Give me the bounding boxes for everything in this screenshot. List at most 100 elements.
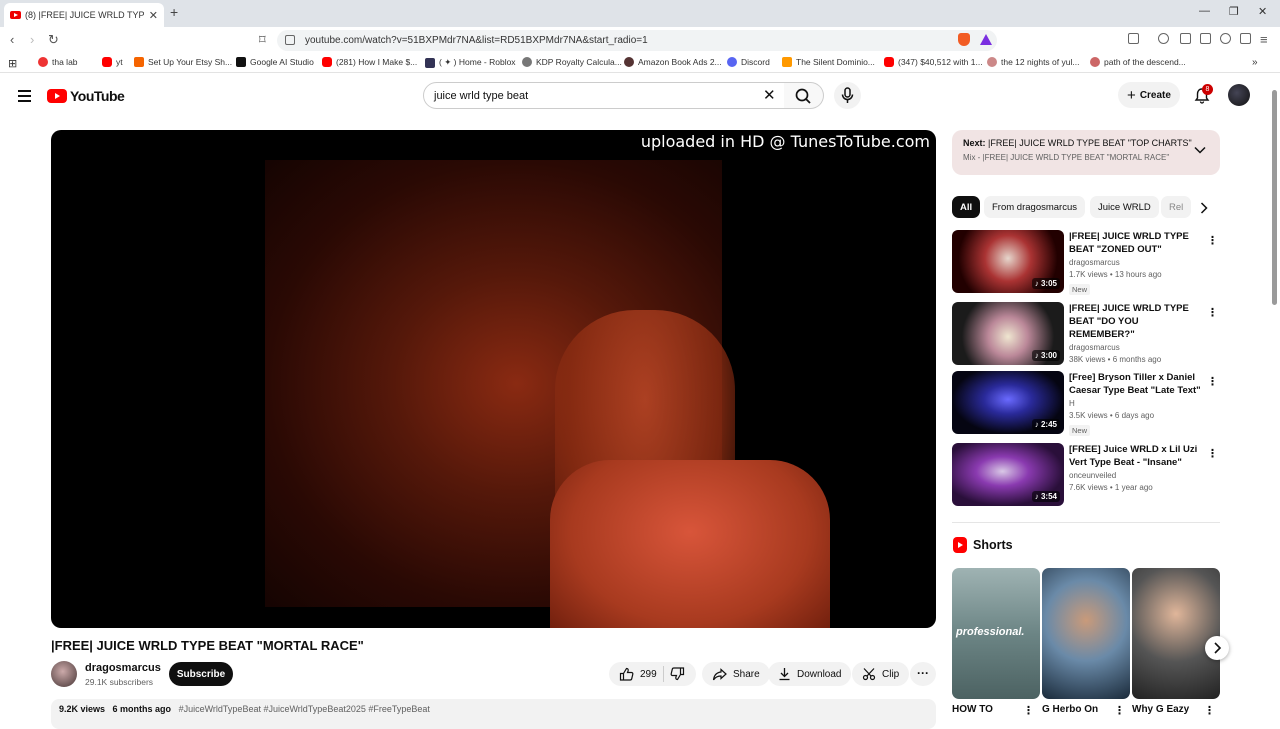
new-tab-icon[interactable]: +: [170, 4, 178, 20]
leo-icon[interactable]: [1220, 33, 1231, 44]
create-button[interactable]: + Create: [1118, 82, 1180, 108]
brave-shields-icon[interactable]: [958, 33, 970, 46]
media-icon[interactable]: [1158, 33, 1169, 44]
short-thumbnail[interactable]: [1042, 568, 1130, 699]
recommended-video[interactable]: ♪ 3:05 |FREE| JUICE WRLD TYPE BEAT "ZONE…: [952, 230, 1220, 295]
clear-search-icon[interactable]: ✕: [763, 86, 776, 104]
chip-related[interactable]: Rel: [1161, 196, 1191, 218]
close-tab-icon[interactable]: ✕: [149, 9, 158, 22]
recommended-video[interactable]: ♪ 3:00 |FREE| JUICE WRLD TYPE BEAT "DO Y…: [952, 302, 1220, 366]
bookmark-item[interactable]: (347) $40,512 with 1...: [884, 57, 983, 67]
download-button[interactable]: Download: [768, 662, 852, 686]
more-options-icon[interactable]: ⋮: [1204, 704, 1215, 717]
vpn-icon[interactable]: [1240, 33, 1251, 44]
search-input[interactable]: juice wrld type beat: [423, 82, 785, 109]
video-thumbnail[interactable]: ♪ 3:54: [952, 443, 1064, 506]
next-title: |FREE| JUICE WRLD TYPE BEAT "TOP CHARTS": [988, 138, 1192, 148]
video-thumbnail[interactable]: ♪ 2:45: [952, 371, 1064, 434]
video-player[interactable]: uploaded in HD @ TunesToTube.com: [51, 130, 936, 628]
search-button[interactable]: [784, 82, 824, 109]
scrollbar-thumb[interactable]: [1272, 90, 1277, 305]
recommended-meta: 3.5K views • 6 days ago: [1069, 411, 1155, 420]
subscribe-button[interactable]: Subscribe: [169, 662, 233, 686]
bookmark-item[interactable]: Google AI Studio: [236, 57, 314, 67]
like-dislike-group: 299: [609, 662, 696, 686]
bookmark-item[interactable]: The Silent Dominio...: [782, 57, 875, 67]
site-info-icon[interactable]: [285, 35, 295, 45]
bookmark-item[interactable]: tha lab: [38, 57, 78, 67]
browser-tab[interactable]: (8) |FREE| JUICE WRLD TYPE B ✕: [4, 3, 164, 27]
up-next-panel[interactable]: Next: |FREE| JUICE WRLD TYPE BEAT "TOP C…: [952, 130, 1220, 175]
recommended-title: [Free] Bryson Tiller x Daniel Caesar Typ…: [1069, 372, 1201, 396]
short-title[interactable]: G Herbo On: [1042, 704, 1098, 715]
shorts-next-button[interactable]: [1205, 636, 1229, 660]
more-options-icon[interactable]: ⋮: [1207, 447, 1218, 460]
video-thumbnail[interactable]: ♪ 3:05: [952, 230, 1064, 293]
youtube-favicon-icon: [10, 11, 21, 19]
mic-icon: [841, 87, 854, 103]
notification-count-badge: 8: [1202, 84, 1213, 95]
more-options-icon[interactable]: ⋮: [1207, 375, 1218, 388]
bookmark-item[interactable]: path of the descend...: [1090, 57, 1186, 67]
share-button[interactable]: Share: [702, 662, 770, 686]
thumbs-down-icon[interactable]: [670, 667, 685, 681]
description-box[interactable]: 9.2K views 6 months ago #JuiceWrldTypeBe…: [51, 699, 936, 729]
short-title[interactable]: HOW TO: [952, 704, 993, 715]
more-options-icon[interactable]: ⋮: [1207, 306, 1218, 319]
minimize-icon[interactable]: —: [1199, 5, 1210, 17]
bookmark-item[interactable]: KDP Royalty Calcula...: [522, 57, 622, 67]
recommended-video[interactable]: ♪ 3:54 [FREE] Juice WRLD x Lil Uzi Vert …: [952, 443, 1220, 507]
bookmark-item[interactable]: yt: [102, 57, 123, 67]
recommended-video[interactable]: ♪ 2:45 [Free] Bryson Tiller x Daniel Cae…: [952, 371, 1220, 436]
video-thumbnail[interactable]: ♪ 3:00: [952, 302, 1064, 365]
bookmark-item[interactable]: Set Up Your Etsy Sh...: [134, 57, 232, 67]
chevron-right-icon: [1214, 642, 1222, 654]
wallet-icon[interactable]: [1200, 33, 1211, 44]
tab-title: (8) |FREE| JUICE WRLD TYPE B: [25, 10, 145, 20]
reader-icon[interactable]: [1128, 33, 1139, 44]
bookmark-item[interactable]: Discord: [727, 57, 770, 67]
chip-juice-wrld[interactable]: Juice WRLD: [1090, 196, 1159, 218]
apps-icon[interactable]: ⊞: [8, 57, 17, 70]
short-title[interactable]: Why G Eazy: [1132, 704, 1189, 715]
more-options-icon[interactable]: ⋮: [1023, 704, 1034, 717]
close-window-icon[interactable]: ✕: [1258, 5, 1267, 18]
chevron-down-icon[interactable]: [1194, 146, 1206, 154]
more-options-icon[interactable]: ⋮: [1114, 704, 1125, 717]
bookmark-item[interactable]: (281) How I Make $...: [322, 57, 417, 67]
browser-menu-icon[interactable]: ≡: [1260, 32, 1268, 47]
more-options-icon[interactable]: ⋮: [1207, 234, 1218, 247]
hashtags[interactable]: #JuiceWrldTypeBeat #JuiceWrldTypeBeat202…: [179, 704, 430, 714]
clip-button[interactable]: Clip: [852, 662, 910, 686]
duration-badge: ♪ 3:54: [1031, 491, 1060, 502]
voice-search-button[interactable]: [834, 82, 861, 109]
bookmark-item[interactable]: ( ✦ ) Home - Roblox: [425, 57, 516, 68]
channel-avatar[interactable]: [51, 661, 77, 687]
chevron-right-icon[interactable]: [1200, 202, 1208, 214]
more-actions-button[interactable]: ···: [910, 662, 936, 686]
thumbs-up-icon: [619, 667, 634, 681]
url-bar[interactable]: youtube.com/watch?v=51BXPMdr7NA&list=RD5…: [277, 30, 997, 51]
channel-name[interactable]: dragosmarcus: [85, 662, 161, 674]
bookmark-item[interactable]: Amazon Book Ads 2...: [624, 57, 722, 67]
account-avatar[interactable]: [1228, 84, 1250, 106]
menu-icon[interactable]: [18, 90, 31, 105]
forward-icon[interactable]: ›: [30, 32, 34, 47]
bookmark-icon[interactable]: ⌑: [259, 32, 266, 48]
chip-all[interactable]: All: [952, 196, 981, 218]
chip-from-channel[interactable]: From dragosmarcus: [984, 196, 1085, 218]
short-thumbnail[interactable]: professional.: [952, 568, 1040, 699]
maximize-icon[interactable]: ❐: [1229, 5, 1239, 18]
sidebar-icon[interactable]: [1180, 33, 1191, 44]
more-bookmarks-icon[interactable]: »: [1252, 57, 1258, 68]
like-count: 299: [640, 668, 657, 680]
reload-icon[interactable]: ↻: [48, 32, 59, 48]
youtube-logo[interactable]: YouTube: [47, 88, 125, 104]
new-badge: New: [1069, 425, 1091, 436]
short-thumbnail[interactable]: [1132, 568, 1220, 699]
bookmark-item[interactable]: the 12 nights of yul...: [987, 57, 1079, 67]
brave-rewards-icon[interactable]: [980, 34, 992, 45]
like-button[interactable]: 299: [619, 667, 657, 681]
like-divider: [662, 666, 664, 682]
back-icon[interactable]: ‹: [10, 32, 14, 47]
